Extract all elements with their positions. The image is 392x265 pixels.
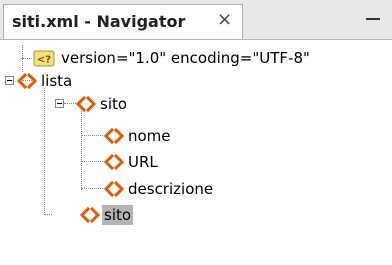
xml-tree: <? version="1.0" encoding="UTF-8" lista …	[0, 39, 392, 265]
collapse-toggle-sito[interactable]	[55, 99, 64, 108]
tab-navigator[interactable]: siti.xml - Navigator ×	[3, 4, 243, 39]
tree-node-label: sito	[102, 205, 134, 225]
collapse-toggle-lista[interactable]	[5, 76, 14, 85]
tree-node-sito[interactable]: sito	[76, 93, 129, 115]
tree-connector	[44, 214, 52, 215]
tree-connector	[81, 135, 103, 136]
tree-node-label: nome	[128, 127, 171, 145]
minimize-icon	[366, 18, 380, 20]
xml-element-icon	[76, 95, 96, 113]
tree-connector	[81, 161, 103, 162]
tree-node-sito-selected[interactable]: sito	[80, 204, 134, 226]
tree-connector	[22, 58, 32, 59]
xml-element-icon	[104, 127, 124, 145]
tree-connector	[81, 188, 103, 189]
tree-node-label: lista	[41, 72, 73, 90]
xml-element-icon	[80, 206, 100, 224]
xml-element-icon	[104, 153, 124, 171]
tree-connector	[81, 111, 82, 190]
close-icon[interactable]: ×	[217, 9, 232, 30]
tree-connector	[44, 88, 45, 215]
tree-node-label: sito	[100, 95, 128, 113]
navigator-panel: siti.xml - Navigator × <? version="1.0" …	[0, 0, 392, 265]
tree-node-label: URL	[128, 153, 158, 171]
tree-node-descrizione[interactable]: descrizione	[104, 178, 215, 200]
tree-node-label: descrizione	[128, 180, 214, 198]
xml-element-icon	[104, 180, 124, 198]
tree-node-label: version="1.0" encoding="UTF-8"	[61, 49, 310, 67]
tree-node-nome[interactable]: nome	[104, 125, 173, 147]
processing-instruction-icon: <?	[33, 50, 55, 66]
tab-strip: siti.xml - Navigator ×	[0, 0, 392, 40]
tab-title: siti.xml - Navigator	[12, 12, 186, 31]
tree-node-url[interactable]: URL	[104, 151, 160, 173]
xml-element-icon	[17, 72, 37, 90]
tree-connector	[64, 103, 76, 104]
tree-node-declaration[interactable]: <? version="1.0" encoding="UTF-8"	[33, 47, 312, 69]
minimize-button[interactable]	[360, 8, 386, 30]
svg-text:<?: <?	[37, 54, 51, 65]
tree-node-lista[interactable]: lista	[17, 70, 74, 92]
